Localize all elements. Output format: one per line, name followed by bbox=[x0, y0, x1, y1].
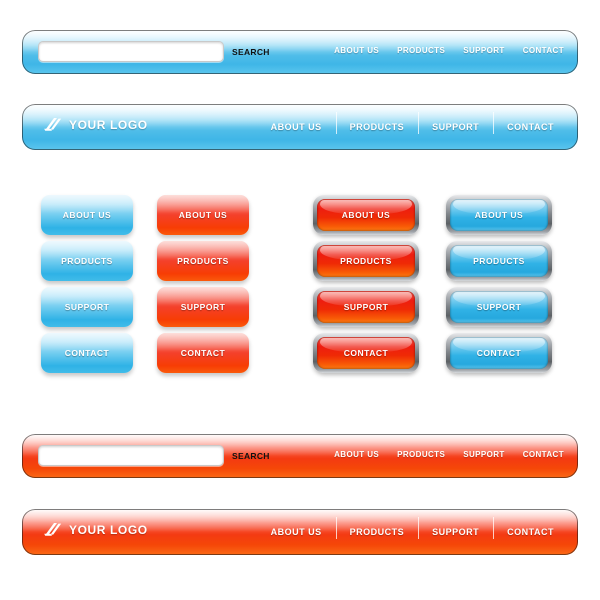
button-contact[interactable]: CONTACT bbox=[313, 333, 419, 373]
button-column-metal-red: ABOUT US PRODUCTS SUPPORT CONTACT bbox=[313, 195, 419, 373]
nav-logo-blue: ABOUT US PRODUCTS SUPPORT CONTACT bbox=[257, 104, 568, 150]
button-products[interactable]: PRODUCTS bbox=[313, 241, 419, 281]
nav-link-support[interactable]: SUPPORT bbox=[418, 517, 493, 543]
button-inner: ABOUT US bbox=[317, 199, 415, 231]
button-label: ABOUT US bbox=[178, 210, 228, 220]
button-about-us[interactable]: ABOUT US bbox=[446, 195, 552, 235]
logo-bar-red: YOUR LOGO ABOUT US PRODUCTS SUPPORT CONT… bbox=[22, 509, 578, 555]
search-input-blue[interactable] bbox=[38, 41, 224, 62]
nav-link-about-us[interactable]: ABOUT US bbox=[257, 521, 336, 543]
swoosh-icon bbox=[44, 117, 62, 132]
nav-link-contact[interactable]: CONTACT bbox=[523, 46, 564, 55]
button-products[interactable]: PRODUCTS bbox=[41, 241, 133, 281]
nav-link-products[interactable]: PRODUCTS bbox=[397, 46, 445, 55]
button-contact[interactable]: CONTACT bbox=[157, 333, 249, 373]
button-label: ABOUT US bbox=[62, 210, 112, 220]
button-label: SUPPORT bbox=[180, 302, 226, 312]
nav-link-products[interactable]: PRODUCTS bbox=[335, 517, 419, 543]
logo-text-red: YOUR LOGO bbox=[69, 522, 148, 537]
nav-link-contact[interactable]: CONTACT bbox=[493, 517, 568, 543]
button-support[interactable]: SUPPORT bbox=[157, 287, 249, 327]
button-label: CONTACT bbox=[64, 348, 110, 358]
swoosh-icon bbox=[44, 522, 62, 537]
search-bar-red: SEARCH ABOUT US PRODUCTS SUPPORT CONTACT bbox=[22, 434, 578, 478]
button-label: PRODUCTS bbox=[61, 256, 113, 266]
nav-link-support[interactable]: SUPPORT bbox=[463, 450, 504, 459]
nav-link-about-us[interactable]: ABOUT US bbox=[334, 450, 379, 459]
button-support[interactable]: SUPPORT bbox=[313, 287, 419, 327]
button-inner: PRODUCTS bbox=[450, 245, 548, 277]
button-column-metal-blue: ABOUT US PRODUCTS SUPPORT CONTACT bbox=[446, 195, 552, 373]
button-label: ABOUT US bbox=[474, 210, 524, 220]
nav-link-contact[interactable]: CONTACT bbox=[523, 450, 564, 459]
button-label: CONTACT bbox=[343, 348, 389, 358]
logo-bar-blue: YOUR LOGO ABOUT US PRODUCTS SUPPORT CONT… bbox=[22, 104, 578, 150]
nav-link-support[interactable]: SUPPORT bbox=[418, 112, 493, 138]
button-inner: ABOUT US bbox=[450, 199, 548, 231]
button-inner: CONTACT bbox=[317, 337, 415, 369]
button-label: PRODUCTS bbox=[473, 256, 525, 266]
button-label: CONTACT bbox=[180, 348, 226, 358]
nav-link-about-us[interactable]: ABOUT US bbox=[257, 116, 336, 138]
button-products[interactable]: PRODUCTS bbox=[446, 241, 552, 281]
button-label: SUPPORT bbox=[343, 302, 389, 312]
button-label: CONTACT bbox=[476, 348, 522, 358]
button-column-plain-blue: ABOUT US PRODUCTS SUPPORT CONTACT bbox=[41, 195, 133, 373]
nav-link-support[interactable]: SUPPORT bbox=[463, 46, 504, 55]
nav-search-red: ABOUT US PRODUCTS SUPPORT CONTACT bbox=[334, 450, 564, 459]
button-support[interactable]: SUPPORT bbox=[41, 287, 133, 327]
button-column-plain-red: ABOUT US PRODUCTS SUPPORT CONTACT bbox=[157, 195, 249, 373]
button-support[interactable]: SUPPORT bbox=[446, 287, 552, 327]
button-inner: SUPPORT bbox=[450, 291, 548, 323]
button-inner: SUPPORT bbox=[317, 291, 415, 323]
search-label-red: SEARCH bbox=[232, 451, 270, 461]
button-inner: CONTACT bbox=[450, 337, 548, 369]
nav-logo-red: ABOUT US PRODUCTS SUPPORT CONTACT bbox=[257, 509, 568, 555]
button-about-us[interactable]: ABOUT US bbox=[157, 195, 249, 235]
button-label: PRODUCTS bbox=[340, 256, 392, 266]
nav-link-products[interactable]: PRODUCTS bbox=[397, 450, 445, 459]
search-label-blue: SEARCH bbox=[232, 47, 270, 57]
button-label: SUPPORT bbox=[64, 302, 110, 312]
logo-text-blue: YOUR LOGO bbox=[69, 117, 148, 132]
button-label: PRODUCTS bbox=[177, 256, 229, 266]
nav-link-about-us[interactable]: ABOUT US bbox=[334, 46, 379, 55]
button-label: SUPPORT bbox=[476, 302, 522, 312]
nav-link-products[interactable]: PRODUCTS bbox=[335, 112, 419, 138]
nav-search-blue: ABOUT US PRODUCTS SUPPORT CONTACT bbox=[334, 46, 564, 55]
button-inner: PRODUCTS bbox=[317, 245, 415, 277]
search-input-red[interactable] bbox=[38, 445, 224, 466]
button-about-us[interactable]: ABOUT US bbox=[41, 195, 133, 235]
button-label: ABOUT US bbox=[341, 210, 391, 220]
button-products[interactable]: PRODUCTS bbox=[157, 241, 249, 281]
button-contact[interactable]: CONTACT bbox=[446, 333, 552, 373]
button-about-us[interactable]: ABOUT US bbox=[313, 195, 419, 235]
nav-link-contact[interactable]: CONTACT bbox=[493, 112, 568, 138]
brand-blue[interactable]: YOUR LOGO bbox=[44, 117, 148, 132]
search-bar-blue: SEARCH ABOUT US PRODUCTS SUPPORT CONTACT bbox=[22, 30, 578, 74]
brand-red[interactable]: YOUR LOGO bbox=[44, 522, 148, 537]
button-contact[interactable]: CONTACT bbox=[41, 333, 133, 373]
